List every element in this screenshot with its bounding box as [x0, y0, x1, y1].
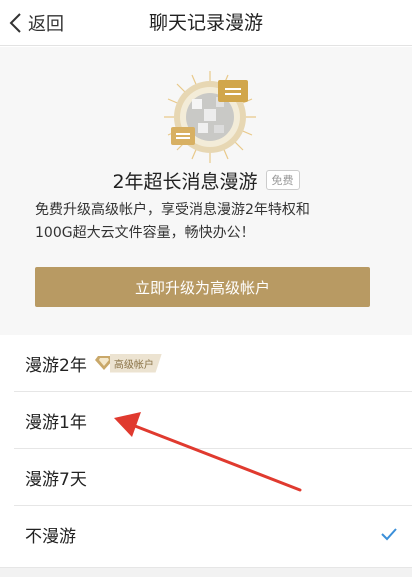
- option-roam-1-year[interactable]: 漫游1年: [0, 392, 412, 448]
- message-roaming-emblem-icon: [164, 71, 256, 163]
- check-icon: [381, 528, 397, 541]
- option-label: 不漫游: [25, 526, 76, 547]
- upgrade-account-button[interactable]: 立即升级为高级帐户: [35, 267, 370, 307]
- option-label: 漫游1年: [25, 412, 87, 433]
- option-no-roaming[interactable]: 不漫游: [0, 506, 412, 562]
- nav-header: 返回 聊天记录漫游: [0, 0, 412, 46]
- promo-description-line-2: 100G超大云文件容量，畅快办公！: [35, 225, 255, 241]
- back-label: 返回: [28, 14, 64, 35]
- premium-account-tag-label: 高级帐户: [109, 353, 162, 373]
- back-button[interactable]: 返回: [8, 6, 64, 40]
- option-label: 漫游2年: [25, 355, 87, 376]
- chevron-left-icon: [9, 13, 21, 33]
- promo-description-line-1: 免费升级高级帐户，享受消息漫游2年特权和: [35, 202, 310, 218]
- free-badge: 免费: [265, 170, 300, 190]
- promo-description: 免费升级高级帐户，享受消息漫游2年特权和 100G超大云文件容量，畅快办公！: [35, 199, 385, 245]
- premium-promo-card: 2年超长消息漫游 免费 免费升级高级帐户，享受消息漫游2年特权和 100G超大云…: [0, 47, 412, 335]
- bottom-bar: [0, 567, 412, 577]
- option-label: 漫游7天: [25, 469, 87, 490]
- promo-title: 2年超长消息漫游 免费: [0, 165, 412, 195]
- promo-title-text: 2年超长消息漫游: [112, 170, 258, 193]
- option-roam-7-days[interactable]: 漫游7天: [0, 449, 412, 505]
- option-roam-2-years[interactable]: 漫游2年 高级帐户: [0, 335, 412, 391]
- premium-account-tag: 高级帐户: [94, 353, 162, 373]
